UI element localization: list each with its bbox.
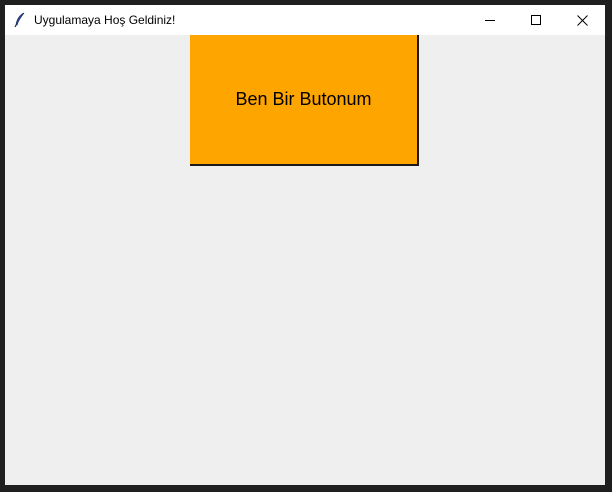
feather-icon bbox=[13, 12, 27, 28]
minimize-icon bbox=[485, 15, 495, 25]
maximize-button[interactable] bbox=[513, 5, 559, 35]
app-window: Uygulamaya Hoş Geldiniz! Ben Bir Butonum bbox=[5, 5, 605, 485]
title-bar[interactable]: Uygulamaya Hoş Geldiniz! bbox=[5, 5, 605, 35]
maximize-icon bbox=[531, 15, 541, 25]
minimize-button[interactable] bbox=[467, 5, 513, 35]
main-content: Ben Bir Butonum bbox=[5, 35, 605, 485]
main-button[interactable]: Ben Bir Butonum bbox=[190, 35, 419, 166]
window-title: Uygulamaya Hoş Geldiniz! bbox=[34, 13, 176, 27]
close-icon bbox=[576, 14, 588, 26]
close-button[interactable] bbox=[559, 5, 605, 35]
